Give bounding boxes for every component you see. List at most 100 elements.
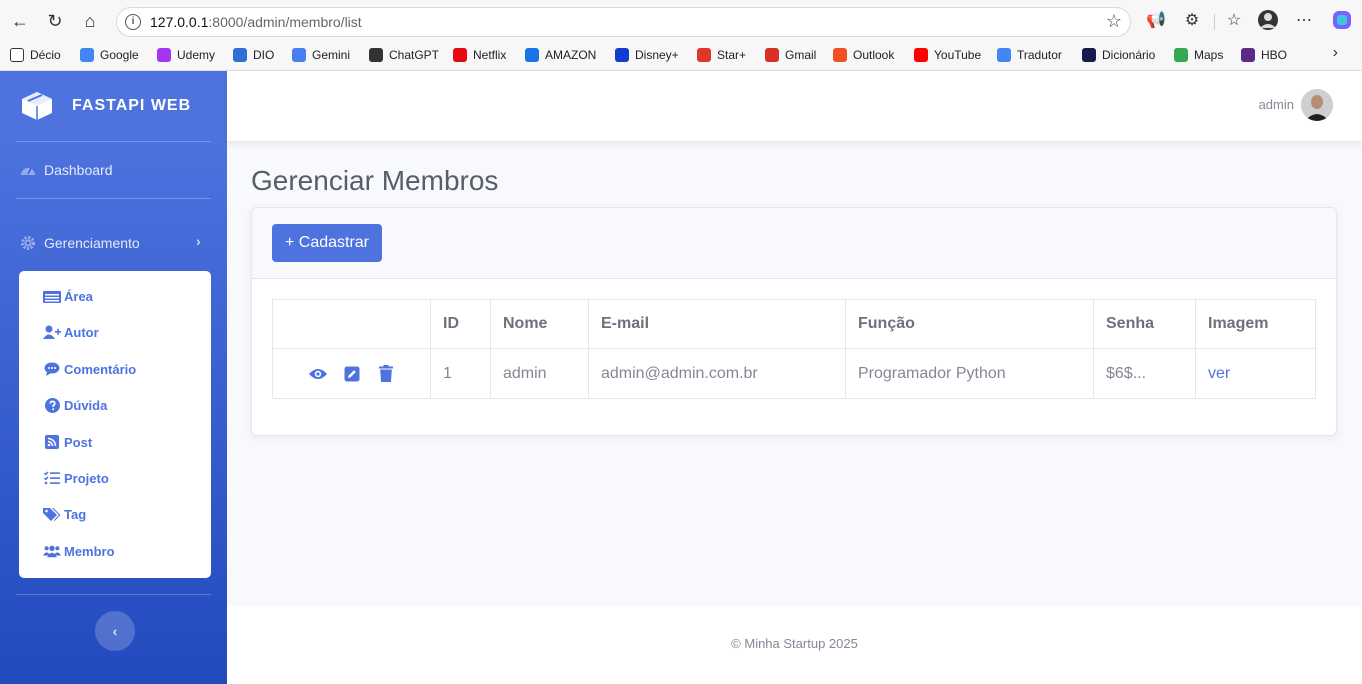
site-info-icon[interactable]: i: [125, 14, 141, 30]
sidebar-item-label: Dúvida: [64, 397, 108, 413]
bookmark-maps[interactable]: Maps: [1174, 46, 1223, 64]
tags-icon: [43, 506, 61, 522]
sidebar-item-autor[interactable]: Autor: [43, 322, 99, 342]
bookmark-label: Dicionário: [1102, 48, 1156, 62]
favorites-icon[interactable]: ☆: [1222, 9, 1246, 33]
sidebar-item-membro[interactable]: Membro: [43, 541, 115, 561]
table-row: 1 admin admin@admin.com.br Programador P…: [272, 348, 1316, 399]
favicon-icon: [233, 48, 247, 62]
sidebar-item-dashboard[interactable]: Dashboard: [20, 158, 113, 182]
tasks-icon: [43, 470, 61, 486]
sidebar-item-management[interactable]: Gerenciamento: [20, 231, 140, 255]
copilot-icon[interactable]: [1330, 9, 1354, 33]
cog-icon: [20, 235, 36, 251]
sidebar-item-duvida[interactable]: Dúvida: [43, 395, 107, 415]
bookmark-label: AMAZON: [545, 48, 597, 62]
sidebar-divider: [16, 198, 211, 199]
reload-icon[interactable]: ↻: [43, 9, 67, 33]
user-name[interactable]: admin: [1259, 97, 1294, 112]
browser-chrome: ← ↻ ⌂ i 127.0.0.1:8000/admin/membro/list…: [0, 0, 1362, 71]
view-eye-icon[interactable]: [307, 364, 329, 384]
bookmark-udemy[interactable]: Udemy: [157, 46, 215, 64]
favicon-icon: [157, 48, 171, 62]
column-header-actions: [272, 299, 431, 349]
favicon-icon: [997, 48, 1011, 62]
profile-icon[interactable]: [1256, 9, 1280, 33]
sidebar-item-label: Autor: [64, 324, 99, 340]
edit-icon[interactable]: [341, 364, 363, 384]
sidebar-toggle-button[interactable]: ‹: [95, 611, 135, 651]
sidebar-item-tag[interactable]: Tag: [43, 504, 86, 524]
sidebar-item-label: Membro: [64, 543, 115, 559]
bookmark-gemini[interactable]: Gemini: [292, 46, 350, 64]
bookmark-dicion-rio[interactable]: Dicionário: [1082, 46, 1155, 64]
bookmark-hbo[interactable]: HBO: [1241, 46, 1287, 64]
bookmark-gmail[interactable]: Gmail: [765, 46, 816, 64]
bookmarks-bar: › Décio Google Udemy DIO Gemini ChatGPT Netfli…: [0, 42, 1362, 68]
column-header-nome: Nome: [490, 299, 589, 349]
bookmark-label: Décio: [30, 48, 61, 62]
extensions-icon[interactable]: ⚙: [1180, 9, 1204, 33]
sidebar-item-comentario[interactable]: Comentário: [43, 359, 136, 379]
bookmark-google[interactable]: Google: [80, 46, 139, 64]
sidebar-item-label: Área: [64, 288, 93, 304]
sidebar-item-label: Gerenciamento: [44, 235, 140, 251]
users-icon: [43, 543, 61, 559]
sidebar-item-post[interactable]: Post: [43, 432, 92, 452]
bookmark-youtube[interactable]: YouTube: [914, 46, 981, 64]
members-card: + Cadastrar ID Nome E-mail Função Senha …: [251, 207, 1337, 436]
avatar[interactable]: [1301, 89, 1333, 121]
bookmark-netflix[interactable]: Netflix: [453, 46, 506, 64]
menu-dots-icon[interactable]: ⋯: [1292, 9, 1316, 33]
home-icon[interactable]: ⌂: [78, 9, 102, 33]
back-icon[interactable]: ←: [8, 9, 32, 33]
tachometer-icon: [20, 162, 36, 178]
favicon-icon: [1174, 48, 1188, 62]
bookmark-dio[interactable]: DIO: [233, 46, 274, 64]
comment-icon: [43, 361, 61, 377]
bookmarks-more-icon[interactable]: ›: [1333, 44, 1338, 62]
bookmark-outlook[interactable]: Outlook: [833, 46, 894, 64]
bookmark-label: Google: [100, 48, 139, 62]
bookmark-label: Gemini: [312, 48, 351, 62]
favicon-icon: [369, 48, 383, 62]
address-row: ← ↻ ⌂ i 127.0.0.1:8000/admin/membro/list…: [0, 4, 1362, 38]
box-logo-icon: [22, 92, 52, 120]
bookmark-label: ChatGPT: [389, 48, 440, 62]
cell-funcao: Programador Python: [845, 348, 1094, 399]
bookmark-tradutor[interactable]: Tradutor: [997, 46, 1062, 64]
bookmark-chatgpt[interactable]: ChatGPT: [369, 46, 439, 64]
favicon-icon: [765, 48, 779, 62]
sidebar-item-projeto[interactable]: Projeto: [43, 468, 109, 488]
bookmark-amazon[interactable]: AMAZON: [525, 46, 596, 64]
delete-trash-icon[interactable]: [375, 364, 397, 384]
sidebar-divider: [16, 594, 211, 595]
add-member-button[interactable]: + Cadastrar: [272, 224, 382, 262]
bookmark-label: Outlook: [853, 48, 895, 62]
sidebar-item-area[interactable]: Área: [43, 286, 93, 306]
column-header-imagem: Imagem: [1195, 299, 1316, 349]
favicon-icon: [525, 48, 539, 62]
address-bar[interactable]: i 127.0.0.1:8000/admin/membro/list ☆: [116, 7, 1131, 37]
column-header-senha: Senha: [1093, 299, 1196, 349]
members-table: ID Nome E-mail Função Senha Imagem 1 adm…: [272, 299, 1316, 399]
bookmark-label: HBO: [1261, 48, 1288, 62]
building-icon: [43, 288, 61, 304]
megaphone-icon[interactable]: 📢: [1144, 9, 1168, 33]
cell-email: admin@admin.com.br: [588, 348, 846, 399]
image-link[interactable]: ver: [1208, 365, 1230, 382]
favicon-icon: [1241, 48, 1255, 62]
question-circle-icon: [43, 397, 61, 413]
sidebar-item-label: Projeto: [64, 470, 109, 486]
bookmark-label: Maps: [1194, 48, 1224, 62]
bookmark-label: DIO: [253, 48, 275, 62]
bookmark-disney-[interactable]: Disney+: [615, 46, 679, 64]
url-text[interactable]: 127.0.0.1:8000/admin/membro/list: [150, 14, 362, 30]
favicon-icon: [615, 48, 629, 62]
bookmark-d-cio[interactable]: Décio: [10, 46, 61, 64]
brand[interactable]: FASTAPI WEB: [20, 89, 191, 123]
favicon-icon: [1082, 48, 1096, 62]
bookmark-star-icon[interactable]: ☆: [1106, 11, 1122, 32]
bookmark-star-[interactable]: Star+: [697, 46, 746, 64]
card-header: + Cadastrar: [252, 208, 1336, 279]
